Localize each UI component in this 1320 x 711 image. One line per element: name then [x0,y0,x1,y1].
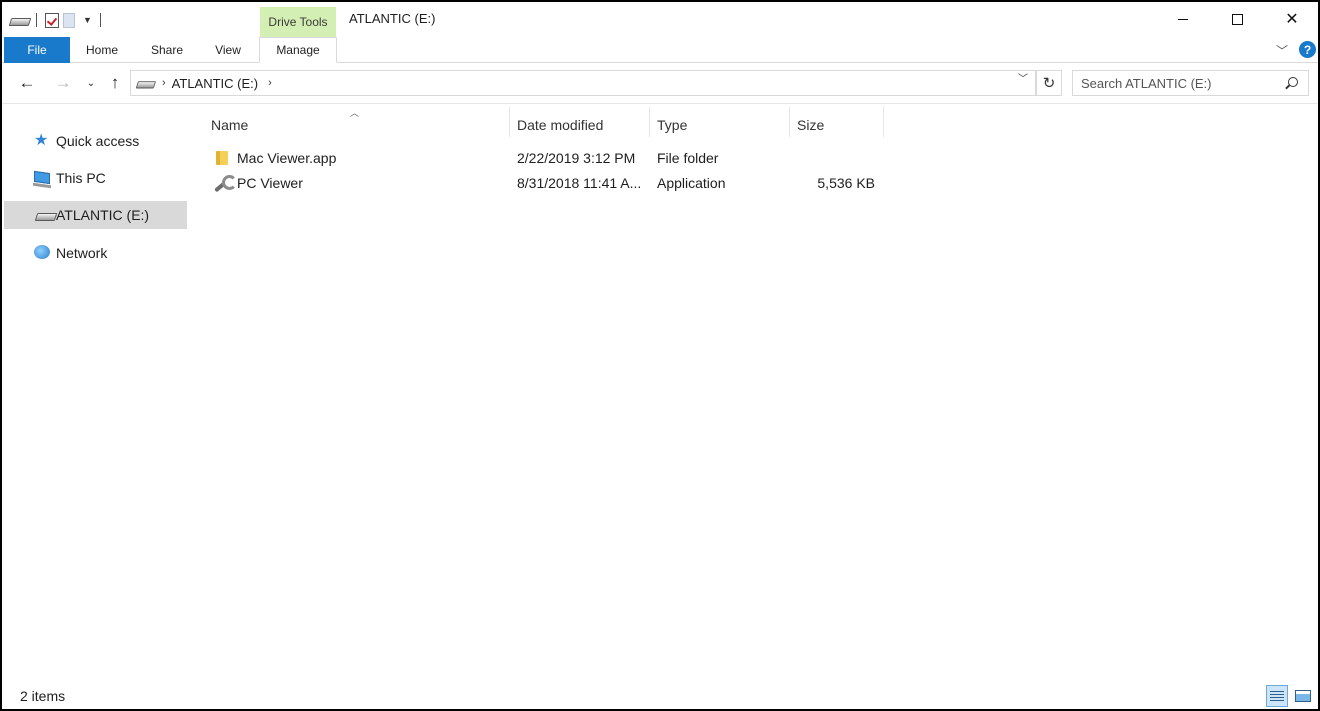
breadcrumb-drive[interactable]: ATLANTIC (E:) [172,76,258,91]
search-icon[interactable] [1288,77,1298,87]
title-bar: ▼ Drive Tools ATLANTIC (E:) ✕ [2,2,1318,37]
drive-icon [137,79,153,87]
navigation-pane: ★ Quick access This PC ATLANTIC (E:) Net… [2,105,189,680]
sidebar-item-this-pc[interactable]: This PC [4,164,187,192]
tab-manage[interactable]: Manage [259,37,337,63]
column-divider[interactable] [883,107,884,137]
tab-file[interactable]: File [4,37,70,63]
sidebar-item-label: Network [56,245,108,261]
back-button[interactable]: ← [16,72,38,94]
column-header-type[interactable]: Type [657,114,687,136]
file-name: Mac Viewer.app [237,150,337,166]
file-row[interactable]: PC Viewer 8/31/2018 11:41 A... Applicati… [190,171,890,196]
close-button[interactable]: ✕ [1269,2,1315,36]
new-folder-icon[interactable] [63,12,75,28]
forward-button[interactable]: → [52,72,74,94]
close-icon: ✕ [1285,11,1299,28]
sidebar-item-quick-access[interactable]: ★ Quick access [4,127,187,155]
column-divider[interactable] [789,107,790,137]
address-history-chevron-icon[interactable]: ﹀ [1018,70,1028,85]
address-bar[interactable]: › ATLANTIC (E:) › [130,70,1036,96]
navigation-bar: ← → ⌄ ↑ › ATLANTIC (E:) › ﹀ ↻ [2,64,1318,104]
item-count: 2 items [20,688,66,704]
minimize-icon [1178,18,1188,20]
ribbon-tab-bar: File Home Share View Manage ﹀ ? [2,37,1318,63]
application-icon [213,174,237,192]
column-divider[interactable] [509,107,510,137]
file-type: Application [657,175,726,191]
explorer-window: ▼ Drive Tools ATLANTIC (E:) ✕ File Home … [0,0,1320,711]
toolbar-separator [99,13,101,27]
breadcrumb-chevron-icon[interactable]: › [162,77,166,89]
sidebar-item-network[interactable]: Network [4,239,187,267]
computer-icon [34,170,50,185]
sidebar-item-atlantic-drive[interactable]: ATLANTIC (E:) [4,201,187,229]
column-header-name[interactable]: Name [211,114,248,136]
maximize-icon [1231,13,1243,25]
quick-access-toolbar: ▼ [10,10,105,30]
details-view-button[interactable] [1266,685,1288,707]
tab-share[interactable]: Share [140,37,194,62]
tab-home[interactable]: Home [74,37,130,62]
sidebar-item-label: ATLANTIC (E:) [56,207,150,223]
expand-ribbon-chevron-icon[interactable]: ﹀ [1276,42,1288,59]
search-input[interactable] [1081,75,1276,91]
properties-icon[interactable] [45,12,59,28]
network-icon [34,245,50,259]
column-header-size[interactable]: Size [797,114,824,136]
star-icon: ★ [34,132,49,149]
sidebar-item-label: Quick access [56,133,140,149]
details-view-icon [1270,690,1284,702]
window-title: ATLANTIC (E:) [349,11,436,26]
toolbar-separator [36,13,37,27]
help-icon[interactable]: ? [1299,41,1316,58]
file-date-modified: 8/31/2018 11:41 A... [517,175,642,191]
tab-view[interactable]: View [202,37,254,62]
column-divider[interactable] [649,107,650,137]
drive-icon [10,16,28,25]
search-box[interactable] [1072,70,1309,96]
file-name: PC Viewer [237,175,303,191]
drive-tools-context-tab: Drive Tools [260,7,336,37]
refresh-icon: ↻ [1042,75,1056,92]
recent-locations-chevron-icon[interactable]: ⌄ [84,72,98,94]
refresh-button[interactable]: ↻ [1036,70,1062,96]
sidebar-item-label: This PC [56,170,106,186]
file-size: 5,536 KB [817,175,875,191]
column-header-date-modified[interactable]: Date modified [517,114,603,136]
file-date-modified: 2/22/2019 3:12 PM [517,150,636,166]
file-type: File folder [657,150,719,166]
folder-icon [216,151,228,165]
breadcrumb-chevron-icon[interactable]: › [268,77,272,89]
large-icons-view-icon [1295,690,1311,702]
minimize-button[interactable] [1160,2,1206,36]
file-list: ︿ Name Date modified Type Size Mac Viewe… [190,105,1316,680]
sort-ascending-icon: ︿ [350,108,360,118]
customize-toolbar-chevron-icon[interactable]: ▼ [83,15,92,25]
large-icons-view-button[interactable] [1292,685,1314,707]
up-button[interactable]: ↑ [104,72,126,94]
status-bar: 2 items [2,681,1318,709]
file-row[interactable]: Mac Viewer.app 2/22/2019 3:12 PM File fo… [190,146,890,171]
drive-icon [36,211,54,220]
maximize-button[interactable] [1214,2,1260,36]
